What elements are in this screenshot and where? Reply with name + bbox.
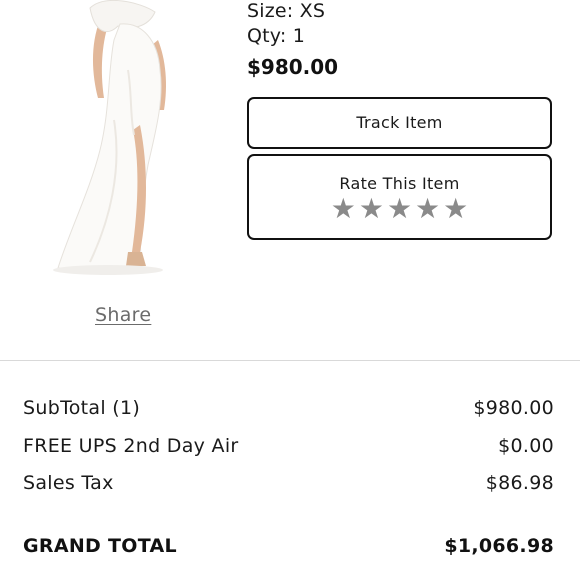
subtotal-value: $980.00 bbox=[473, 397, 554, 419]
tax-label: Sales Tax bbox=[23, 472, 114, 494]
summary-row-grand-total: GRAND TOTAL $1,066.98 bbox=[23, 535, 554, 557]
star-icon[interactable]: ★ bbox=[387, 195, 412, 223]
star-icon[interactable]: ★ bbox=[443, 195, 468, 223]
star-icon[interactable]: ★ bbox=[415, 195, 440, 223]
item-size: Size: XS bbox=[247, 0, 326, 22]
product-image[interactable] bbox=[30, 0, 215, 280]
summary-row-subtotal: SubTotal (1) $980.00 bbox=[23, 397, 554, 419]
item-price: $980.00 bbox=[247, 55, 339, 79]
divider bbox=[0, 360, 580, 361]
tax-value: $86.98 bbox=[485, 472, 554, 494]
summary-row-shipping: FREE UPS 2nd Day Air $0.00 bbox=[23, 435, 554, 457]
rate-item-label: Rate This Item bbox=[339, 174, 460, 193]
summary-row-tax: Sales Tax $86.98 bbox=[23, 472, 554, 494]
rate-item-box: Rate This Item ★ ★ ★ ★ ★ bbox=[247, 154, 552, 240]
shipping-value: $0.00 bbox=[498, 435, 554, 457]
track-item-label: Track Item bbox=[356, 113, 443, 132]
rating-stars: ★ ★ ★ ★ ★ bbox=[249, 195, 550, 223]
track-item-button[interactable]: Track Item bbox=[247, 97, 552, 149]
grand-total-value: $1,066.98 bbox=[444, 535, 554, 557]
subtotal-label: SubTotal (1) bbox=[23, 397, 141, 419]
item-quantity: Qty: 1 bbox=[247, 25, 305, 47]
star-icon[interactable]: ★ bbox=[331, 195, 356, 223]
grand-total-label: GRAND TOTAL bbox=[23, 535, 177, 557]
star-icon[interactable]: ★ bbox=[359, 195, 384, 223]
shipping-label: FREE UPS 2nd Day Air bbox=[23, 435, 239, 457]
share-link[interactable]: Share bbox=[95, 304, 151, 326]
